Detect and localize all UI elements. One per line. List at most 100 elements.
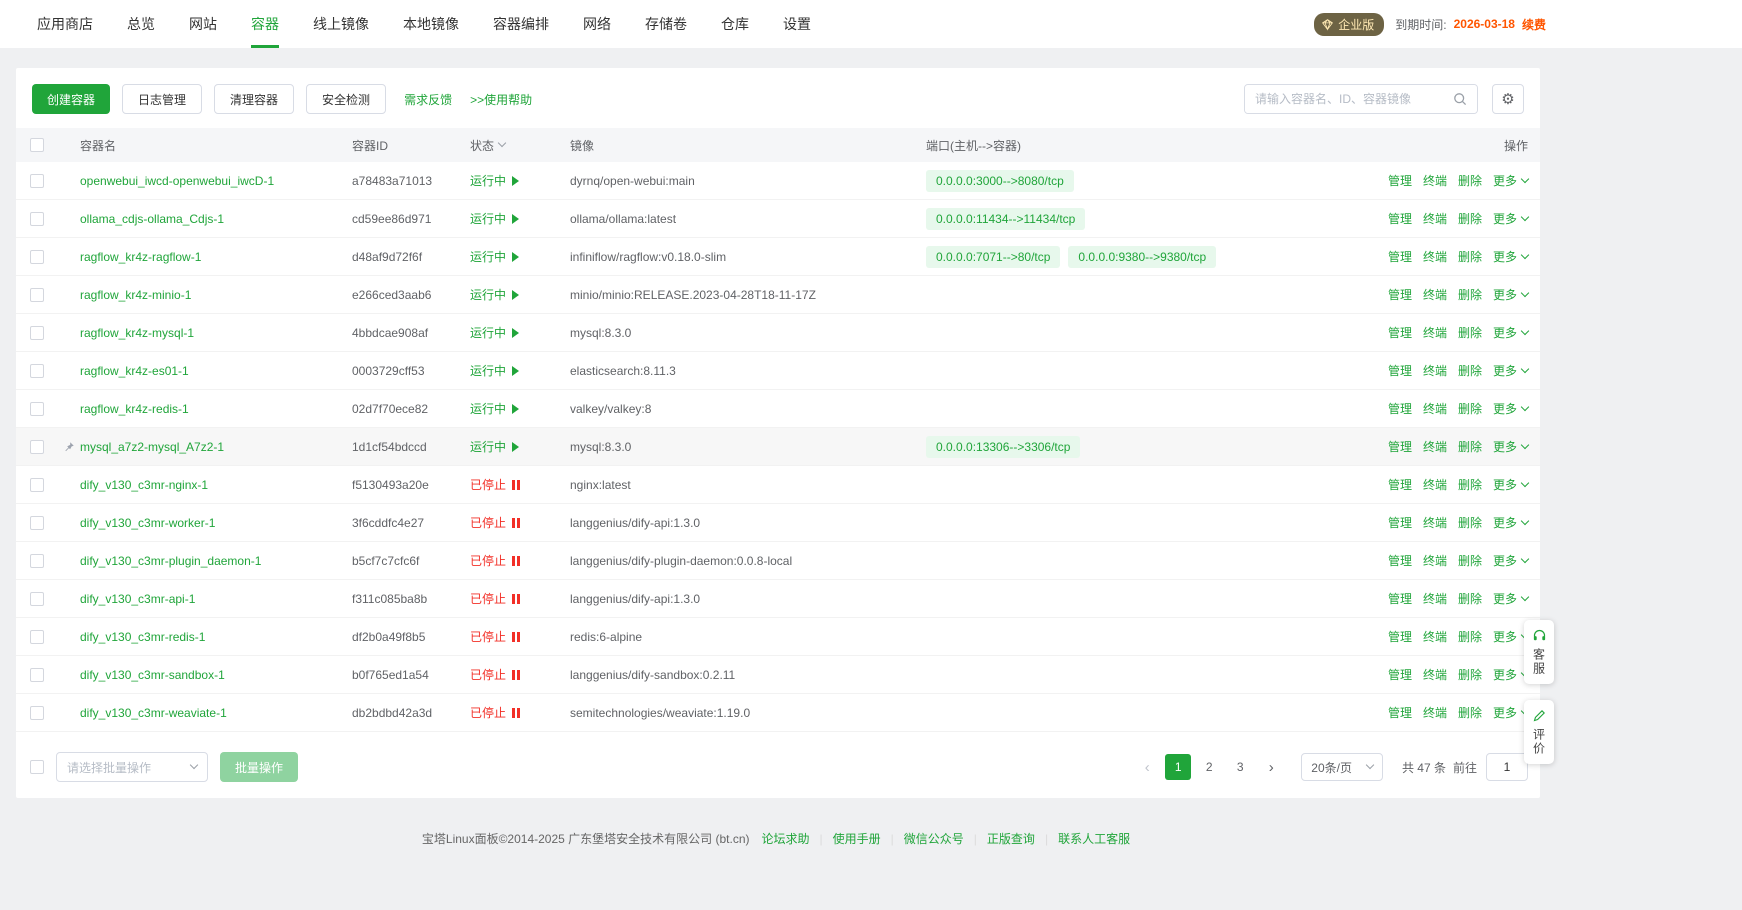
manage-link[interactable]: 管理 <box>1388 210 1412 227</box>
footer-link[interactable]: 联系人工客服 <box>1058 832 1130 846</box>
clean-container-button[interactable]: 清理容器 <box>214 84 294 114</box>
manage-link[interactable]: 管理 <box>1388 628 1412 645</box>
terminal-link[interactable]: 终端 <box>1423 438 1447 455</box>
feedback-link[interactable]: 需求反馈 <box>404 91 452 108</box>
row-checkbox[interactable] <box>30 630 44 644</box>
container-name-link[interactable]: dify_v130_c3mr-redis-1 <box>80 630 205 644</box>
nav-tab[interactable]: 总览 <box>110 0 172 48</box>
terminal-link[interactable]: 终端 <box>1423 400 1447 417</box>
manage-link[interactable]: 管理 <box>1388 704 1412 721</box>
manage-link[interactable]: 管理 <box>1388 172 1412 189</box>
manage-link[interactable]: 管理 <box>1388 514 1412 531</box>
container-name-link[interactable]: openwebui_iwcd-openwebui_iwcD-1 <box>80 174 274 188</box>
goto-page-input[interactable] <box>1486 753 1528 781</box>
terminal-link[interactable]: 终端 <box>1423 666 1447 683</box>
footer-link[interactable]: 使用手册 <box>833 832 881 846</box>
terminal-link[interactable]: 终端 <box>1423 286 1447 303</box>
customer-service-button[interactable]: 客服 <box>1524 620 1554 684</box>
container-name-link[interactable]: ragflow_kr4z-ragflow-1 <box>80 250 201 264</box>
more-link[interactable]: 更多 <box>1493 248 1528 265</box>
container-name-link[interactable]: ragflow_kr4z-es01-1 <box>80 364 189 378</box>
manage-link[interactable]: 管理 <box>1388 286 1412 303</box>
terminal-link[interactable]: 终端 <box>1423 172 1447 189</box>
batch-action-select[interactable]: 请选择批量操作 <box>56 752 208 782</box>
batch-select-checkbox[interactable] <box>30 760 44 774</box>
container-name-link[interactable]: ragflow_kr4z-mysql-1 <box>80 326 194 340</box>
delete-link[interactable]: 删除 <box>1458 362 1482 379</box>
more-link[interactable]: 更多 <box>1493 210 1528 227</box>
row-checkbox[interactable] <box>30 592 44 606</box>
container-name-link[interactable]: dify_v130_c3mr-plugin_daemon-1 <box>80 554 261 568</box>
footer-link[interactable]: 正版查询 <box>987 832 1035 846</box>
more-link[interactable]: 更多 <box>1493 666 1528 683</box>
container-name-link[interactable]: ollama_cdjs-ollama_Cdjs-1 <box>80 212 224 226</box>
more-link[interactable]: 更多 <box>1493 172 1528 189</box>
more-link[interactable]: 更多 <box>1493 400 1528 417</box>
nav-tab[interactable]: 容器 <box>234 0 296 48</box>
delete-link[interactable]: 删除 <box>1458 172 1482 189</box>
manage-link[interactable]: 管理 <box>1388 476 1412 493</box>
help-link[interactable]: >>使用帮助 <box>470 91 532 108</box>
manage-link[interactable]: 管理 <box>1388 438 1412 455</box>
more-link[interactable]: 更多 <box>1493 286 1528 303</box>
terminal-link[interactable]: 终端 <box>1423 248 1447 265</box>
security-check-button[interactable]: 安全检测 <box>306 84 386 114</box>
more-link[interactable]: 更多 <box>1493 362 1528 379</box>
row-checkbox[interactable] <box>30 326 44 340</box>
delete-link[interactable]: 删除 <box>1458 590 1482 607</box>
nav-tab[interactable]: 仓库 <box>704 0 766 48</box>
terminal-link[interactable]: 终端 <box>1423 210 1447 227</box>
nav-tab[interactable]: 线上镜像 <box>296 0 386 48</box>
renew-link[interactable]: 续费 <box>1522 16 1546 33</box>
page-number[interactable]: 1 <box>1165 754 1191 780</box>
settings-button[interactable]: ⚙ <box>1492 84 1524 114</box>
container-name-link[interactable]: dify_v130_c3mr-weaviate-1 <box>80 706 227 720</box>
page-number[interactable]: 3 <box>1227 754 1253 780</box>
nav-tab[interactable]: 存储卷 <box>628 0 704 48</box>
next-page-button[interactable]: › <box>1258 754 1284 780</box>
terminal-link[interactable]: 终端 <box>1423 324 1447 341</box>
row-checkbox[interactable] <box>30 440 44 454</box>
delete-link[interactable]: 删除 <box>1458 666 1482 683</box>
delete-link[interactable]: 删除 <box>1458 438 1482 455</box>
header-status-filter[interactable]: 状态 <box>470 137 570 154</box>
manage-link[interactable]: 管理 <box>1388 400 1412 417</box>
more-link[interactable]: 更多 <box>1493 552 1528 569</box>
nav-tab[interactable]: 本地镜像 <box>386 0 476 48</box>
search-input[interactable] <box>1245 85 1443 113</box>
terminal-link[interactable]: 终端 <box>1423 590 1447 607</box>
delete-link[interactable]: 删除 <box>1458 324 1482 341</box>
more-link[interactable]: 更多 <box>1493 514 1528 531</box>
delete-link[interactable]: 删除 <box>1458 476 1482 493</box>
footer-link[interactable]: 论坛求助 <box>762 832 810 846</box>
row-checkbox[interactable] <box>30 554 44 568</box>
row-checkbox[interactable] <box>30 212 44 226</box>
row-checkbox[interactable] <box>30 402 44 416</box>
delete-link[interactable]: 删除 <box>1458 286 1482 303</box>
manage-link[interactable]: 管理 <box>1388 248 1412 265</box>
container-name-link[interactable]: dify_v130_c3mr-api-1 <box>80 592 195 606</box>
row-checkbox[interactable] <box>30 478 44 492</box>
terminal-link[interactable]: 终端 <box>1423 704 1447 721</box>
manage-link[interactable]: 管理 <box>1388 324 1412 341</box>
batch-apply-button[interactable]: 批量操作 <box>220 752 298 782</box>
container-name-link[interactable]: dify_v130_c3mr-nginx-1 <box>80 478 208 492</box>
create-container-button[interactable]: 创建容器 <box>32 84 110 114</box>
delete-link[interactable]: 删除 <box>1458 704 1482 721</box>
terminal-link[interactable]: 终端 <box>1423 628 1447 645</box>
row-checkbox[interactable] <box>30 668 44 682</box>
more-link[interactable]: 更多 <box>1493 476 1528 493</box>
container-name-link[interactable]: ragflow_kr4z-redis-1 <box>80 402 189 416</box>
manage-link[interactable]: 管理 <box>1388 362 1412 379</box>
page-size-select[interactable]: 20条/页 <box>1301 753 1383 781</box>
row-checkbox[interactable] <box>30 250 44 264</box>
nav-tab[interactable]: 网站 <box>172 0 234 48</box>
delete-link[interactable]: 删除 <box>1458 628 1482 645</box>
manage-link[interactable]: 管理 <box>1388 552 1412 569</box>
terminal-link[interactable]: 终端 <box>1423 552 1447 569</box>
row-checkbox[interactable] <box>30 364 44 378</box>
manage-link[interactable]: 管理 <box>1388 666 1412 683</box>
delete-link[interactable]: 删除 <box>1458 400 1482 417</box>
row-checkbox[interactable] <box>30 174 44 188</box>
nav-tab[interactable]: 设置 <box>766 0 828 48</box>
